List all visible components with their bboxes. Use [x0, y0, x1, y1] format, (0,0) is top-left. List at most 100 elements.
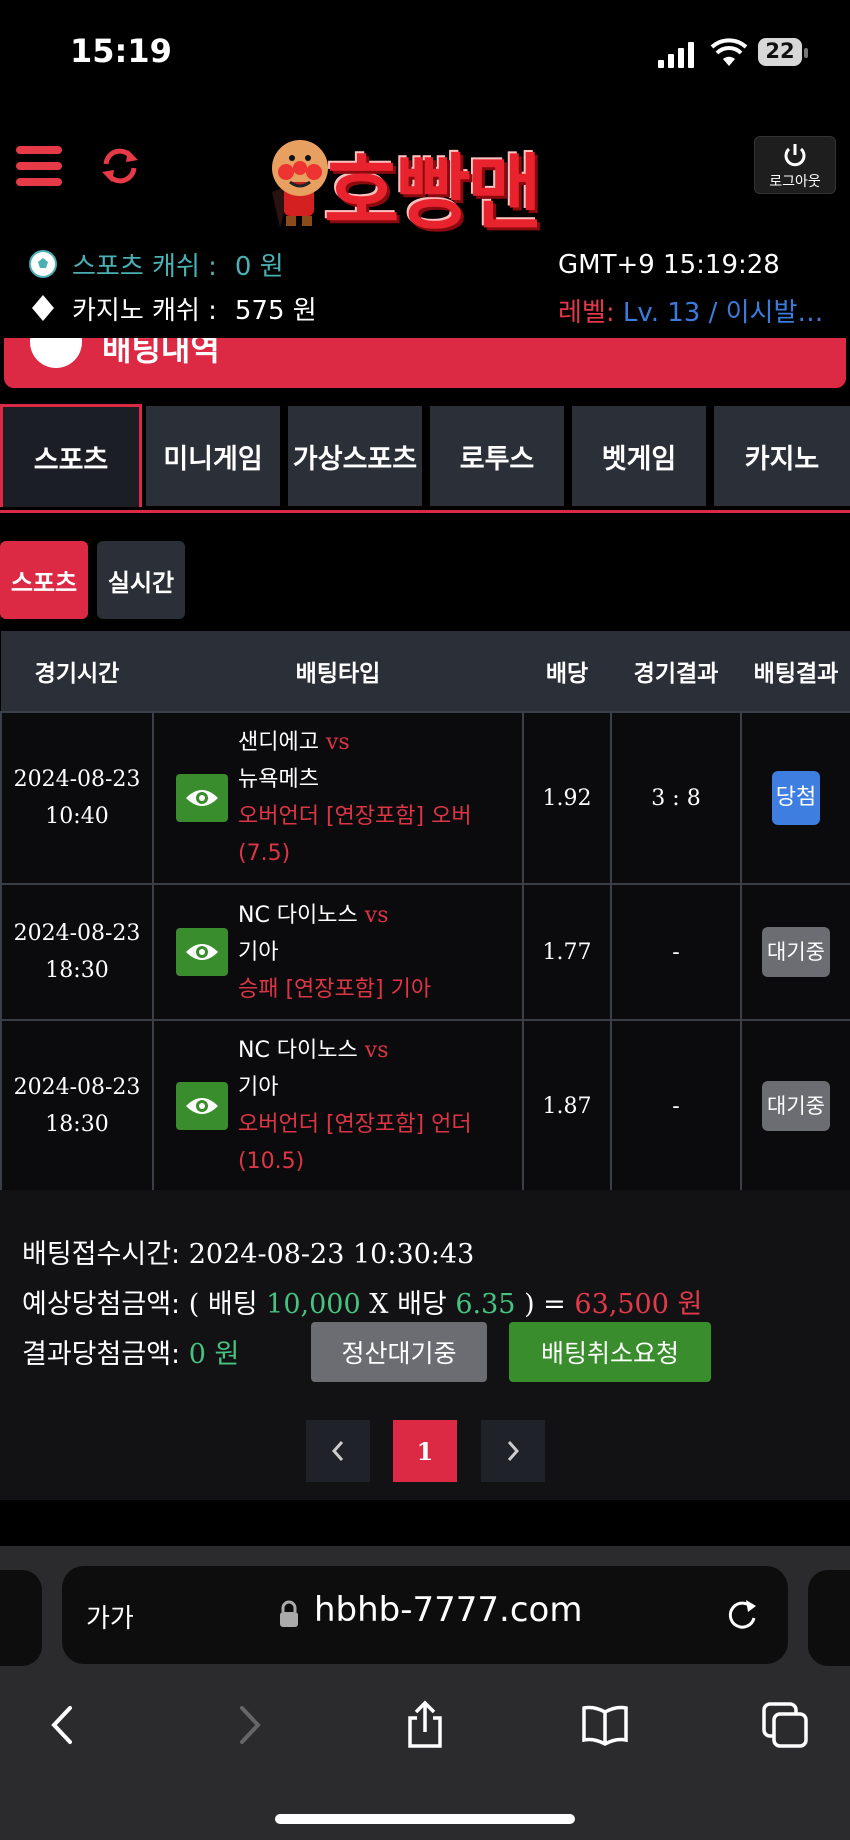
bet-type: 샌디에고 vs 뉴욕메츠 오버언더 [연장포함] 오버 (7.5) [152, 711, 524, 885]
sports-cash-value: 0 원 [234, 251, 284, 282]
view-details-button[interactable] [176, 928, 228, 976]
betting-history-banner: 배팅내역 [4, 338, 846, 388]
match-time: 2024-08-23 18:30 [0, 883, 154, 1021]
match-date: 2024-08-23 [13, 1075, 141, 1100]
header-bet-result: 배팅결과 [741, 631, 850, 712]
logout-button[interactable]: 로그아웃 [754, 136, 836, 194]
cancel-bet-button[interactable]: 배팅취소요청 [509, 1322, 711, 1382]
page-number-current[interactable]: 1 [393, 1420, 457, 1482]
bet-result: 대기중 [740, 1019, 850, 1193]
result-value: 0 원 [188, 1339, 240, 1370]
bet-amount: 10,000 [266, 1289, 361, 1320]
url-text[interactable]: hbhb-7777.com [314, 1590, 582, 1630]
eye-icon [186, 1098, 218, 1114]
reload-icon[interactable] [724, 1596, 760, 1632]
bet-result: 당첨 [740, 711, 850, 885]
bet-type: NC 다이노스 vs 기아 오버언더 [연장포함] 언더 (10.5) [152, 1019, 524, 1193]
match-clock: 18:30 [45, 958, 109, 983]
level-label: 레벨: [558, 298, 615, 328]
view-details-button[interactable] [176, 774, 228, 822]
refresh-icon[interactable] [98, 144, 142, 188]
subtab-live[interactable]: 실시간 [97, 541, 185, 619]
previous-page-button[interactable] [306, 1420, 370, 1482]
home-indicator [275, 1814, 575, 1824]
status-badge-pending: 대기중 [762, 1081, 830, 1131]
hamburger-menu-icon[interactable] [16, 146, 62, 190]
table-row: 2024-08-23 18:30 NC 다이노스 vs 기아 [0, 1019, 850, 1193]
header-odds: 배당 [523, 631, 611, 712]
diamond-icon [32, 295, 54, 321]
total-odds: 6.35 [455, 1289, 516, 1320]
tab-lotus[interactable]: 로투스 [430, 406, 564, 506]
header-match-time: 경기시간 [1, 631, 153, 712]
bet-result: 대기중 [740, 883, 850, 1021]
vs-label: vs [364, 902, 389, 928]
odds-word: 배당 [397, 1289, 447, 1320]
level-value: Lv. 13 / 이시발… [622, 298, 824, 328]
match-date: 2024-08-23 [13, 767, 141, 792]
expected-label: 예상당첨금액: [22, 1289, 181, 1320]
settlement-pending-button: 정산대기중 [311, 1322, 487, 1382]
away-team: 기아 [238, 939, 279, 965]
odds-value: 1.92 [522, 711, 612, 885]
category-tabs: 스포츠 미니게임 가상스포츠 로투스 벳게임 카지노 [0, 404, 850, 513]
odds-value: 1.77 [522, 883, 612, 1021]
vs-label: vs [325, 730, 350, 755]
match-time: 2024-08-23 18:30 [0, 1019, 154, 1193]
bet-line: (7.5) [238, 841, 291, 866]
battery-icon: 22 [758, 38, 810, 68]
tabs-icon[interactable] [760, 1700, 810, 1750]
bet-line: (10.5) [238, 1149, 305, 1174]
home-team: 샌디에고 [238, 730, 319, 755]
forward-icon[interactable] [222, 1700, 272, 1750]
sports-cash: 스포츠 캐쉬 : 0 원 [28, 246, 284, 282]
battery-level: 22 [765, 39, 795, 63]
bet-pick: 승패 [연장포함] 기아 [238, 976, 432, 1002]
match-score: - [610, 883, 742, 1021]
casino-cash: 카지노 캐쉬 : 575 원 [28, 290, 317, 326]
app-header: 호빵맨 로그아웃 스포츠 캐쉬 : 0 원 카지노 캐쉬 : 575 원 GMT… [0, 110, 850, 338]
times-sign: X [369, 1289, 389, 1320]
tab-casino[interactable]: 카지노 [714, 406, 850, 506]
match-score: - [610, 1019, 742, 1193]
next-tab-preview[interactable] [808, 1570, 850, 1666]
open-paren: ( [188, 1289, 200, 1320]
bet-type: NC 다이노스 vs 기아 승패 [연장포함] 기아 [152, 883, 524, 1021]
status-time: 15:19 [70, 32, 172, 70]
user-level: 레벨: Lv. 13 / 이시발… [558, 292, 828, 329]
sports-cash-label: 스포츠 캐쉬 : [72, 251, 217, 282]
expected-amount: 63,500 원 [574, 1289, 703, 1320]
tab-sports[interactable]: 스포츠 [0, 404, 142, 507]
previous-tab-preview[interactable] [0, 1570, 42, 1666]
share-icon[interactable] [400, 1700, 450, 1750]
casino-cash-label: 카지노 캐쉬 : [72, 295, 217, 326]
text-size-button[interactable]: 가가 [86, 1598, 134, 1635]
soccer-ball-icon [29, 250, 57, 278]
subtab-sports[interactable]: 스포츠 [0, 541, 88, 619]
bookmarks-icon[interactable] [580, 1700, 630, 1750]
bet-table: 경기시간 배팅타입 배당 경기결과 배팅결과 2024-08-23 10:40 [0, 631, 850, 1193]
next-page-button[interactable] [481, 1420, 545, 1482]
tab-virtual-sports[interactable]: 가상스포츠 [288, 406, 422, 506]
status-bar: 15:19 22 [0, 0, 850, 110]
status-badge-pending: 대기중 [762, 927, 830, 977]
tab-betgame[interactable]: 벳게임 [572, 406, 706, 506]
bet-pick: 오버언더 [연장포함] 언더 [238, 1112, 472, 1137]
view-details-button[interactable] [176, 1082, 228, 1130]
status-badge-win: 당첨 [772, 771, 820, 825]
home-team: NC 다이노스 [238, 1038, 358, 1063]
result-label: 결과당첨금액: [22, 1339, 181, 1370]
bet-word: 배팅 [207, 1289, 258, 1320]
bet-time-value: 2024-08-23 10:30:43 [188, 1239, 475, 1270]
server-time: GMT+9 15:19:28 [558, 250, 780, 280]
site-logo[interactable]: 호빵맨 [262, 120, 592, 241]
away-team: 기아 [238, 1075, 279, 1100]
cellular-signal-icon [658, 42, 694, 68]
address-bar[interactable]: 가가 hbhb-7777.com [62, 1566, 788, 1664]
table-row: 2024-08-23 18:30 NC 다이노스 vs 기아 [0, 883, 850, 1021]
back-icon[interactable] [40, 1700, 90, 1750]
bet-summary: 배팅접수시간: 2024-08-23 10:30:43 예상당첨금액: ( 배팅… [0, 1190, 850, 1500]
tab-minigame[interactable]: 미니게임 [146, 406, 280, 506]
banner-title: 배팅내역 [102, 338, 220, 368]
logout-label: 로그아웃 [769, 174, 821, 190]
